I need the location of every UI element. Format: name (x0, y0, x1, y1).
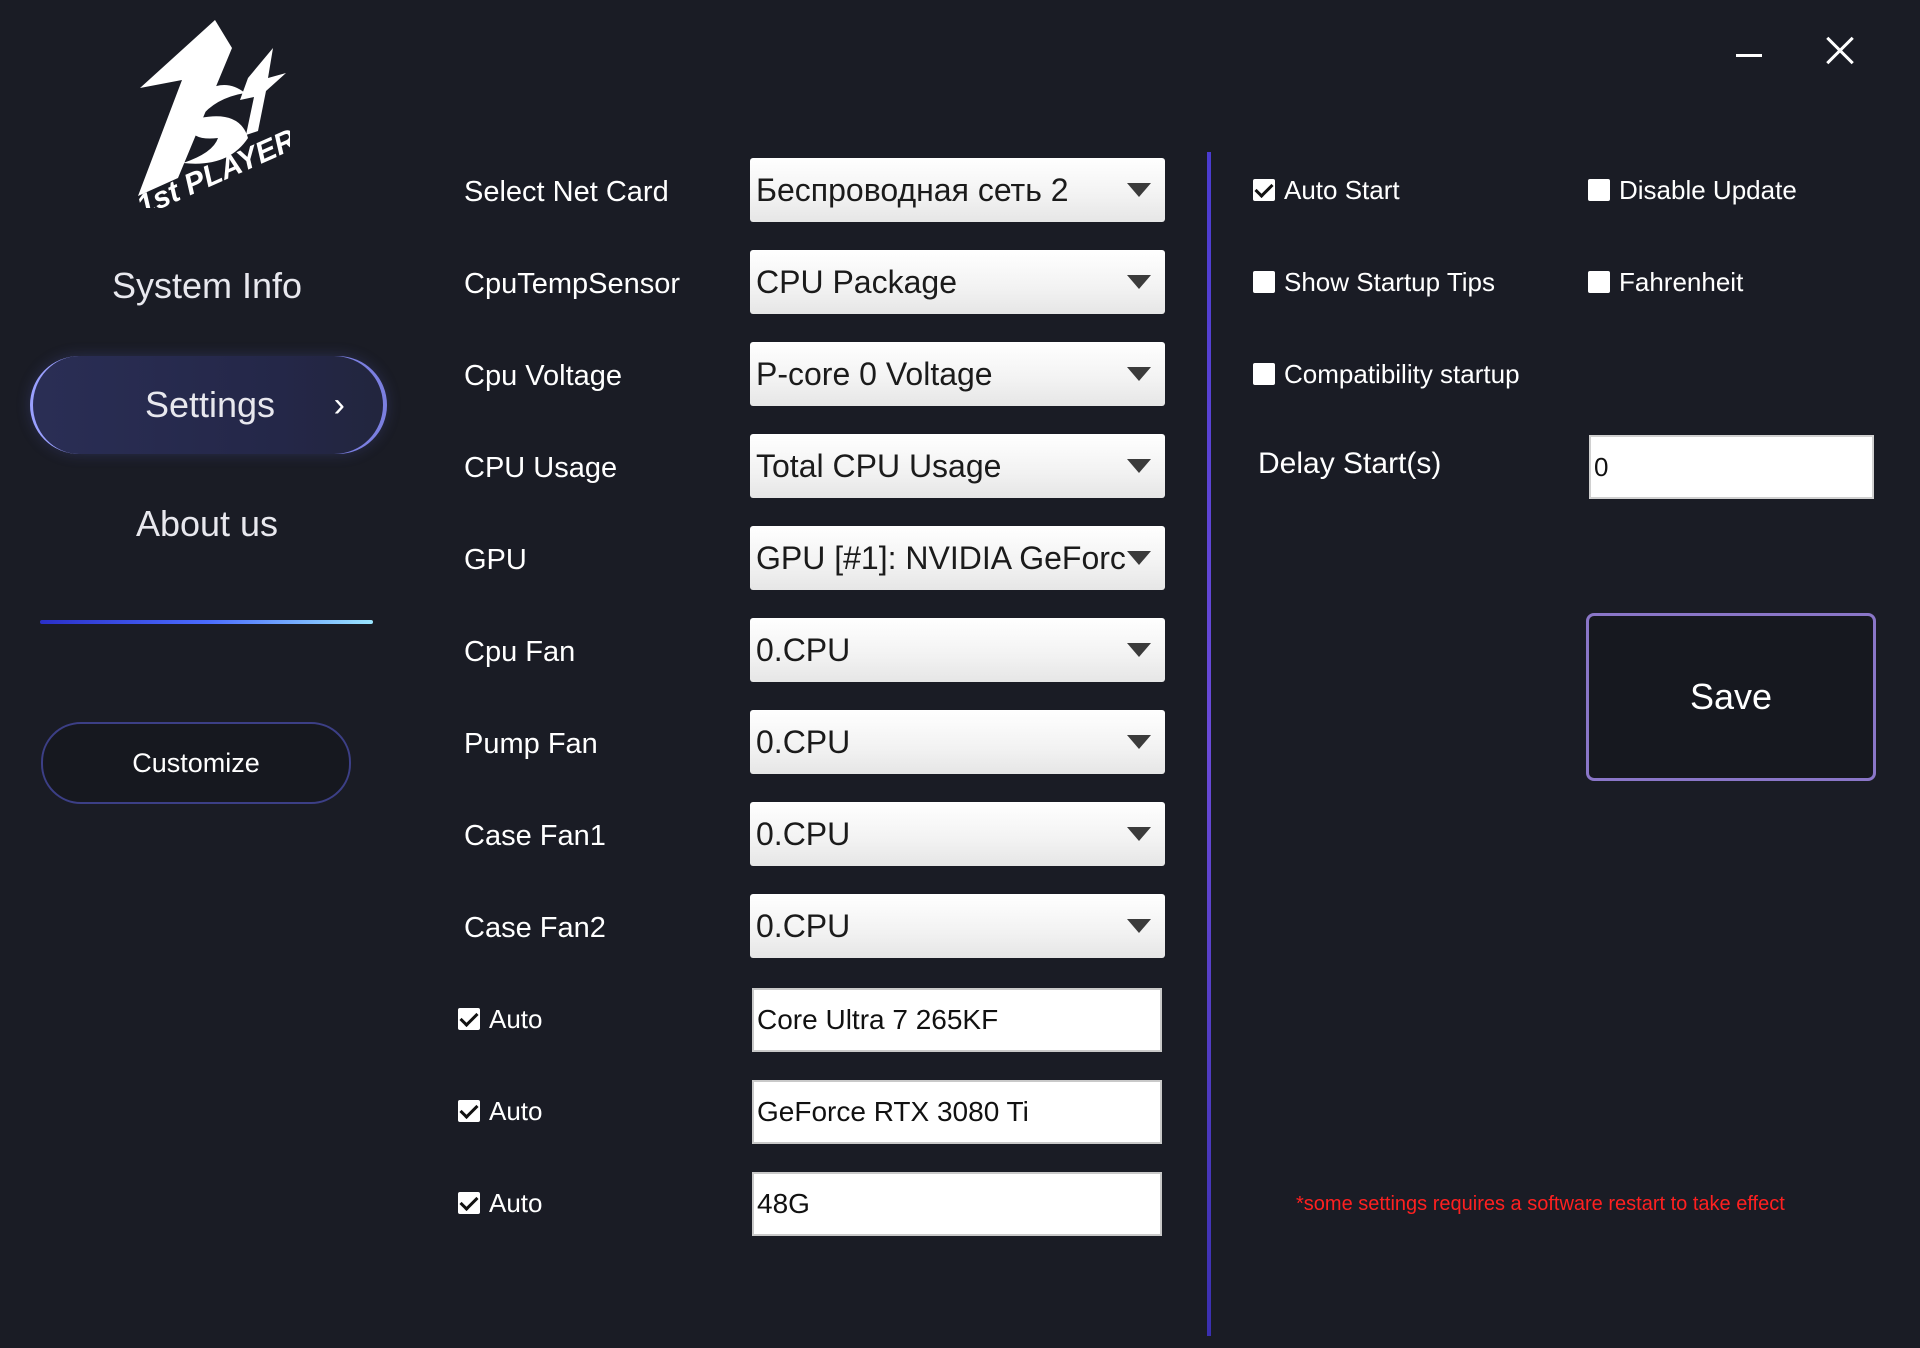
gpu-select[interactable]: GPU [#1]: NVIDIA GeForce (750, 526, 1165, 590)
auto-ram-label: Auto (489, 1188, 543, 1218)
delay-start-input[interactable] (1589, 435, 1874, 499)
row-label-cpu-usage: CPU Usage (464, 452, 618, 484)
cpu-usage-select[interactable]: Total CPU Usage (750, 434, 1165, 498)
case-fan1-select[interactable]: 0.CPU (750, 802, 1165, 866)
dropdown-arrow-icon (1127, 735, 1151, 749)
cpu-voltage-select[interactable]: P-core 0 Voltage (750, 342, 1165, 406)
row-label-pump-fan: Pump Fan (464, 728, 598, 760)
auto-ram-checkbox[interactable] (458, 1192, 480, 1214)
select-value: P-core 0 Voltage (756, 356, 993, 392)
ram-size-input[interactable] (752, 1172, 1162, 1236)
row-label-case-fan1: Case Fan1 (464, 820, 606, 852)
auto-start-checkbox[interactable] (1253, 179, 1275, 201)
auto-gpu-label: Auto (489, 1096, 543, 1126)
show-startup-tips-label: Show Startup Tips (1284, 267, 1495, 297)
pump-fan-select[interactable]: 0.CPU (750, 710, 1165, 774)
sidebar-item-system-info[interactable]: System Info (30, 238, 384, 334)
disable-update-label: Disable Update (1619, 175, 1797, 205)
dropdown-arrow-icon (1127, 459, 1151, 473)
sidebar-item-label: Settings (144, 384, 276, 425)
dropdown-arrow-icon (1127, 367, 1151, 381)
show-startup-tips-checkbox[interactable] (1253, 271, 1275, 293)
row-label-cpu-fan: Cpu Fan (464, 636, 576, 668)
select-value: GPU [#1]: NVIDIA GeForce (756, 540, 1126, 576)
dropdown-arrow-icon (1127, 643, 1151, 657)
gpu-name-input[interactable] (752, 1080, 1162, 1144)
auto-start-label: Auto Start (1284, 175, 1400, 205)
dropdown-arrow-icon (1127, 551, 1151, 565)
dropdown-arrow-icon (1127, 183, 1151, 197)
fahrenheit-label: Fahrenheit (1619, 267, 1744, 297)
net-card-select[interactable]: Беспроводная сеть 2 (750, 158, 1165, 222)
select-value: CPU Package (756, 264, 957, 300)
chevron-right-icon: › (333, 386, 345, 424)
row-label-gpu: GPU (464, 544, 527, 576)
dropdown-arrow-icon (1127, 827, 1151, 841)
cpu-fan-select[interactable]: 0.CPU (750, 618, 1165, 682)
vertical-divider (1207, 152, 1211, 1336)
compatibility-startup-label: Compatibility startup (1284, 359, 1520, 389)
cpu-temp-sensor-select[interactable]: CPU Package (750, 250, 1165, 314)
auto-cpu-label: Auto (489, 1004, 543, 1034)
dropdown-arrow-icon (1127, 275, 1151, 289)
close-button[interactable] (1818, 28, 1862, 72)
select-value: 0.CPU (756, 908, 851, 944)
sidebar-divider (40, 620, 373, 624)
sidebar-item-label: System Info (111, 265, 303, 306)
customize-button[interactable]: Customize (41, 722, 351, 804)
1st-player-logo: 1st PLAYER (132, 20, 290, 208)
select-value: Total CPU Usage (756, 448, 1002, 484)
fahrenheit-checkbox[interactable] (1588, 271, 1610, 293)
compatibility-startup-checkbox[interactable] (1253, 363, 1275, 385)
save-button-label: Save (1689, 676, 1773, 717)
disable-update-checkbox[interactable] (1588, 179, 1610, 201)
select-value: Беспроводная сеть 2 (756, 172, 1069, 208)
sidebar-item-label: About us (135, 503, 279, 544)
row-label-cpu-temp-sensor: CpuTempSensor (464, 268, 680, 300)
customize-button-label: Customize (132, 747, 260, 778)
auto-cpu-checkbox[interactable] (458, 1008, 480, 1030)
delay-start-label: Delay Start(s) (1258, 447, 1442, 480)
sidebar-item-settings[interactable]: Settings › (30, 356, 387, 454)
row-label-case-fan2: Case Fan2 (464, 912, 606, 944)
row-label-net-card: Select Net Card (464, 176, 669, 208)
row-label-cpu-voltage: Cpu Voltage (464, 360, 623, 392)
select-value: 0.CPU (756, 816, 851, 852)
sidebar-item-about-us[interactable]: About us (30, 476, 384, 572)
select-value: 0.CPU (756, 724, 851, 760)
dropdown-arrow-icon (1127, 919, 1151, 933)
minimize-button[interactable] (1726, 30, 1770, 74)
auto-gpu-checkbox[interactable] (458, 1100, 480, 1122)
select-value: 0.CPU (756, 632, 851, 668)
cpu-name-input[interactable] (752, 988, 1162, 1052)
save-button[interactable]: Save (1586, 613, 1876, 781)
case-fan2-select[interactable]: 0.CPU (750, 894, 1165, 958)
restart-note: *some settings requires a software resta… (1296, 1193, 1785, 1215)
